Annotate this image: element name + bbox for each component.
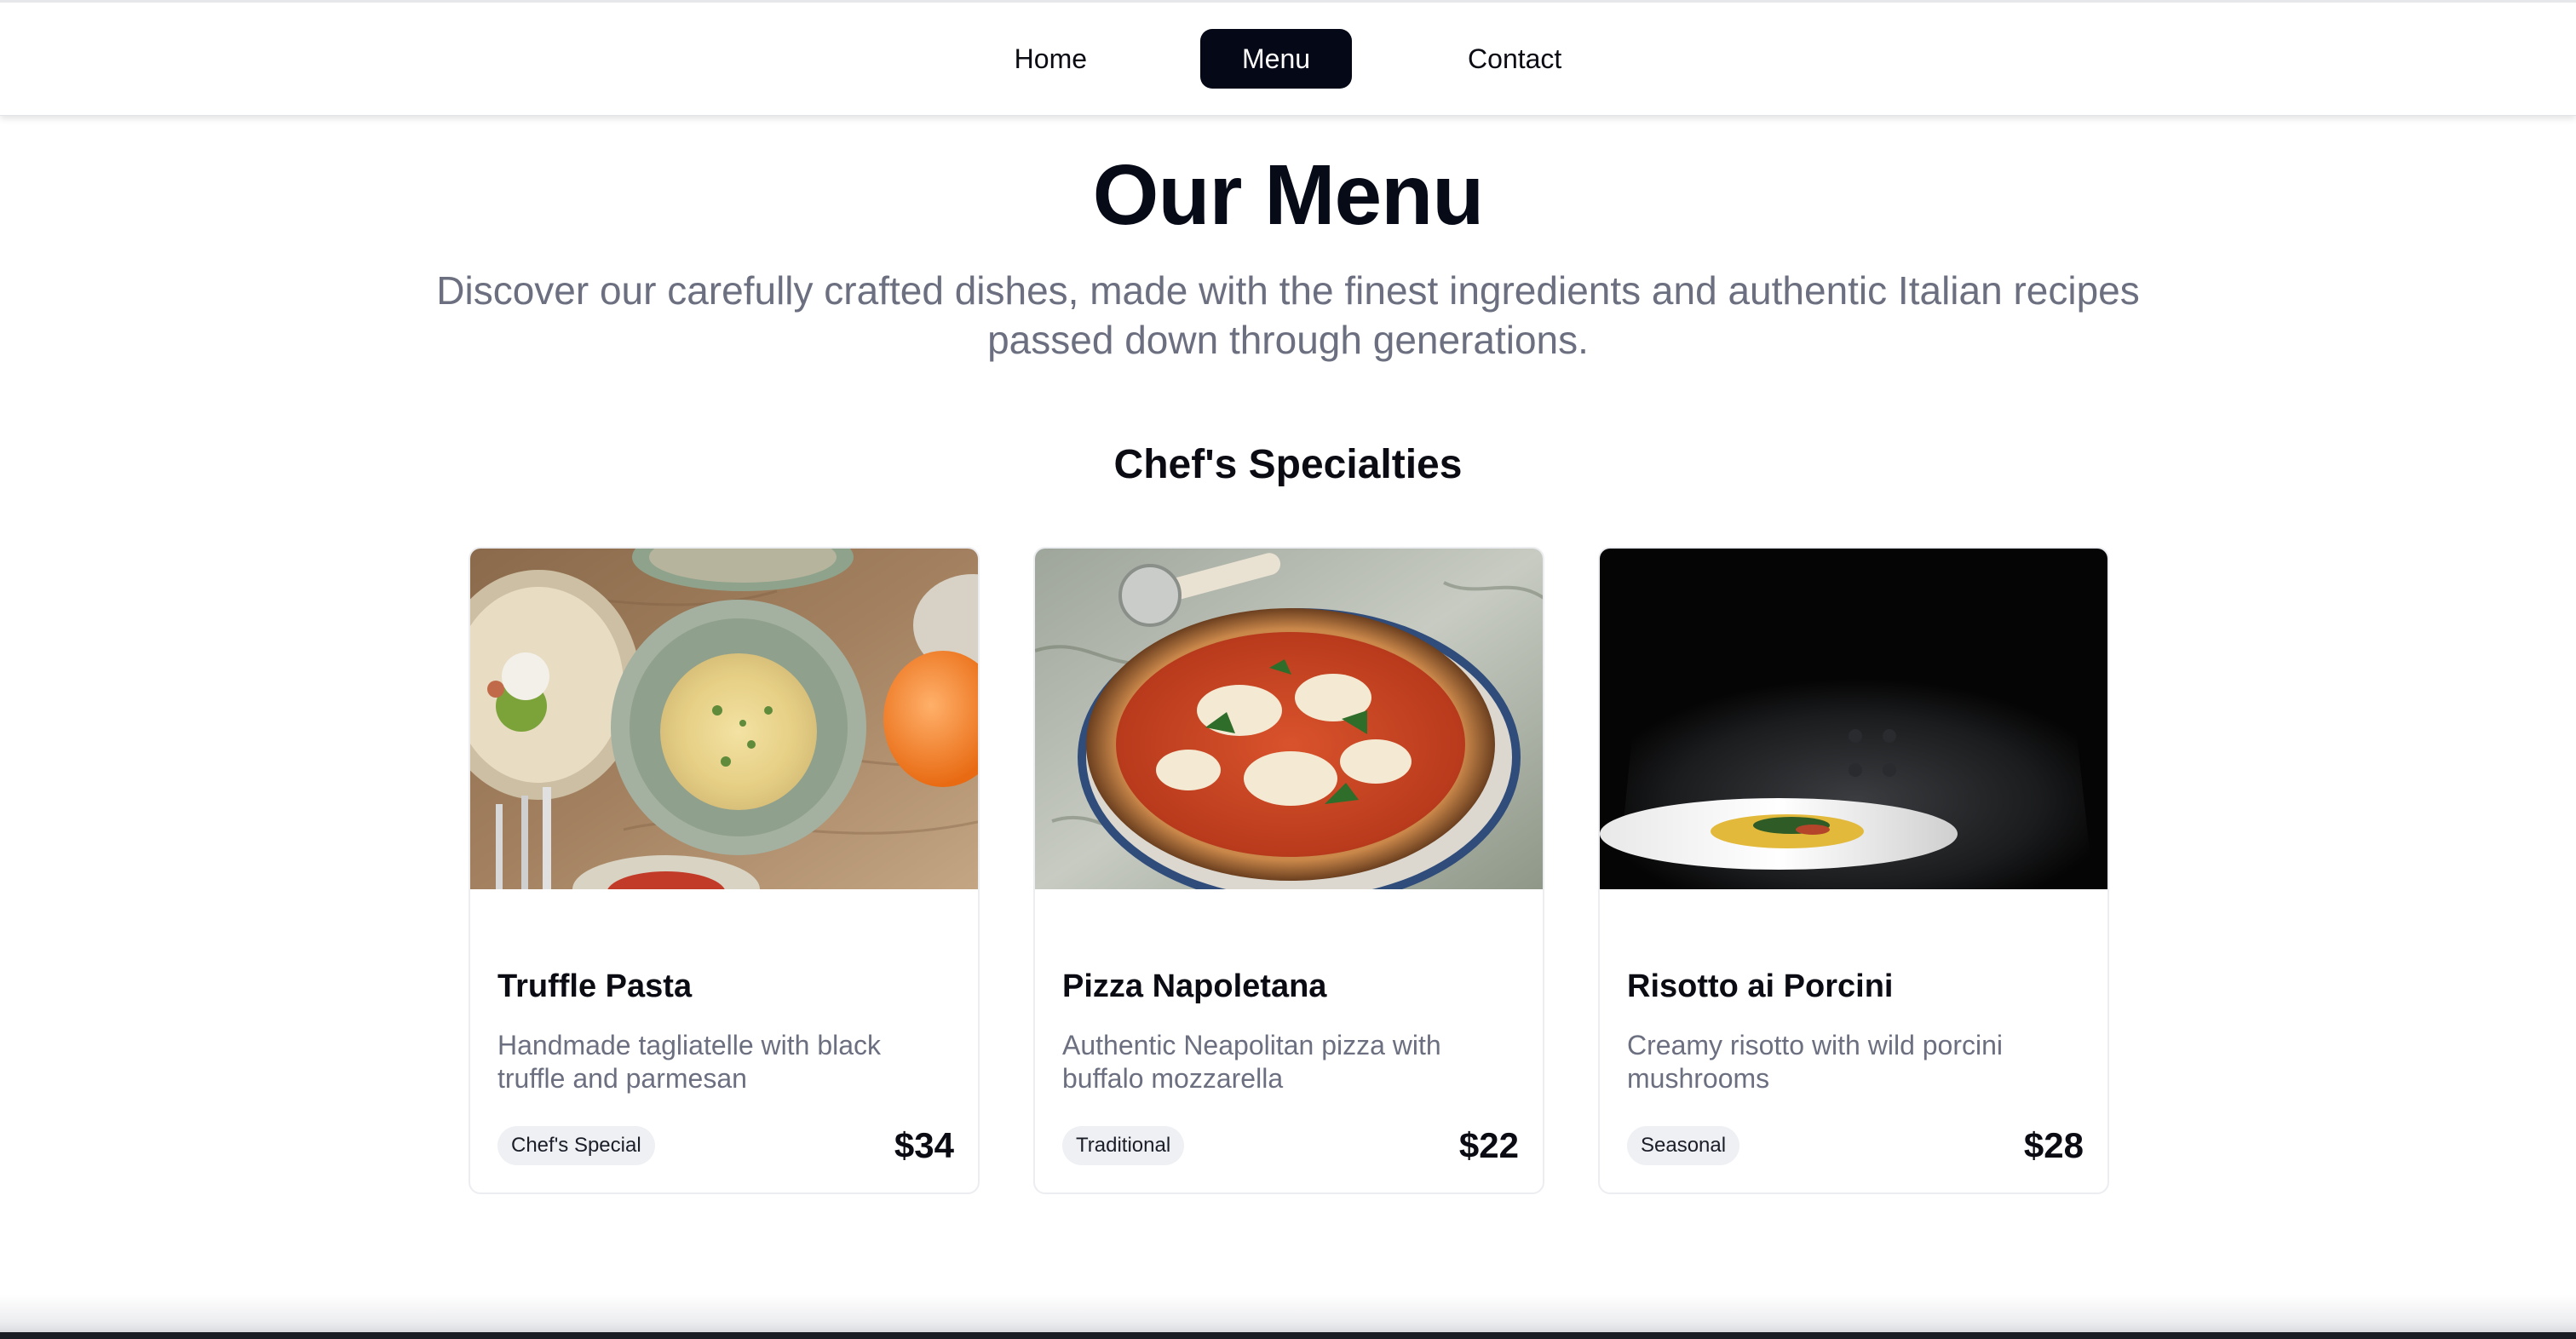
nav-link-menu[interactable]: Menu [1200,29,1353,89]
card-footer: Traditional $22 [1062,1124,1519,1167]
pizza-photo [1035,549,1543,889]
dish-name: Pizza Napoletana [1062,968,1327,1004]
top-navbar: Home Menu Contact [0,0,2576,116]
card-footer: Seasonal $28 [1627,1124,2084,1167]
page: Home Menu Contact Our Menu Discover our … [0,0,2576,1339]
menu-card-pizza-napoletana[interactable]: Pizza Napoletana Authentic Neapolitan pi… [1033,547,1544,1194]
section-title: Chef's Specialties [1113,442,1463,487]
dish-tag: Seasonal [1627,1126,1740,1165]
nav-link-home[interactable]: Home [994,32,1107,86]
card-body: Truffle Pasta Handmade tagliatelle with … [497,968,954,1095]
card-body: Pizza Napoletana Authentic Neapolitan pi… [1062,968,1519,1095]
dish-tag: Traditional [1062,1126,1185,1165]
nav-link-contact[interactable]: Contact [1447,32,1582,86]
page-subtitle: Discover our carefully crafted dishes, m… [436,268,2140,362]
card-body: Risotto ai Porcini Creamy risotto with w… [1627,968,2084,1095]
dish-name: Truffle Pasta [497,968,693,1004]
card-footer: Chef's Special $34 [497,1124,954,1167]
page-title: Our Menu [1092,147,1485,243]
dish-description: Authentic Neapolitan pizza with buffalo … [1062,1030,1441,1094]
menu-card-risotto-ai-porcini[interactable]: Risotto ai Porcini Creamy risotto with w… [1598,547,2109,1194]
dish-description: Creamy risotto with wild porcini mushroo… [1627,1030,2004,1094]
dish-price: $28 [2023,1125,2084,1165]
dish-description: Handmade tagliatelle with black truffle … [497,1030,882,1094]
chef-plate-photo [1600,549,2107,889]
dish-price: $34 [894,1125,954,1165]
dish-price: $22 [1458,1125,1519,1165]
footer-edge [0,1332,2576,1339]
dish-tag: Chef's Special [497,1126,655,1165]
dish-name: Risotto ai Porcini [1627,968,1894,1004]
pasta-photo [470,549,978,889]
menu-card-truffle-pasta[interactable]: Truffle Pasta Handmade tagliatelle with … [469,547,980,1194]
